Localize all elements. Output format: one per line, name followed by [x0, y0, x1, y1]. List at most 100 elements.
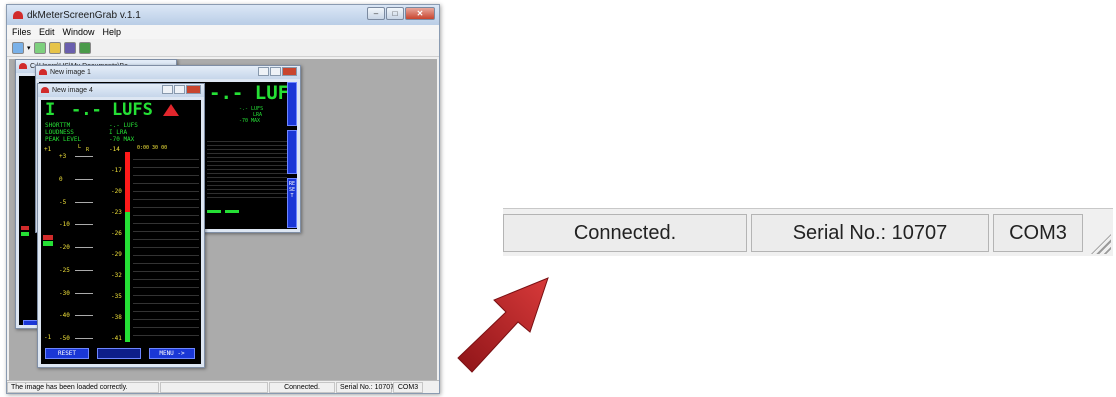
maximize-button[interactable]: □: [386, 7, 404, 20]
zoom-status-port: COM3: [993, 214, 1083, 252]
right-scale-tick-label: -23: [111, 209, 122, 216]
left-scale-tick: [75, 178, 93, 180]
right-scale-tick-label: -41: [111, 335, 122, 342]
loudness-bar-green: [125, 212, 130, 342]
title-bar: dkMeterScreenGrab v.1.1 – □ ✕: [7, 5, 439, 25]
main-window: dkMeterScreenGrab v.1.1 – □ ✕ Files Edit…: [6, 4, 440, 394]
peak-red-indicator: [43, 235, 53, 240]
left-scale-tick-label: -10: [59, 221, 70, 229]
app-icon: [13, 11, 23, 19]
left-scale-tick-label: -40: [59, 312, 70, 320]
left-scale-tick: [75, 292, 93, 294]
label-l: L: [78, 144, 82, 150]
zoom-status-serial: Serial No.: 10707: [751, 214, 989, 252]
status-port: COM3: [393, 381, 423, 393]
side-label-3: -70 MAX: [239, 118, 261, 124]
child-window-image4[interactable]: New image 4 I -.- LUFS SHORTTM -.- LUFS …: [37, 83, 205, 368]
left-scale-tick: [75, 315, 93, 317]
left-scale-tick-label: -20: [59, 244, 70, 251]
open-folder-icon[interactable]: [48, 41, 61, 54]
right-scale-tick-label: -38: [111, 314, 122, 321]
info-value-peak: -70 MAX: [109, 136, 135, 143]
left-scale-tick: [75, 224, 93, 226]
lufs-reading-image1: -.- LUFS: [209, 82, 297, 104]
child4-maximize-button[interactable]: [174, 85, 185, 94]
menu-help[interactable]: Help: [103, 27, 122, 37]
status-bar: The image has been loaded correctly. Con…: [7, 380, 439, 393]
peak-green-indicator: [43, 241, 53, 246]
status-empty: [160, 381, 268, 393]
dropdown-arrow-icon[interactable]: ▾: [27, 44, 31, 52]
left-scale-tick: [75, 247, 93, 248]
info-label-shorttm: SHORTTM: [45, 122, 71, 129]
window-controls: – □ ✕: [367, 7, 435, 20]
label-plus1: +1: [44, 146, 52, 153]
dk-logo-icon: [163, 104, 179, 116]
minimize-button[interactable]: –: [367, 7, 385, 20]
toolbar: ▾: [7, 39, 439, 57]
side-button-mid[interactable]: [287, 130, 297, 174]
reset-button[interactable]: RESET: [45, 348, 89, 359]
resize-grip-icon[interactable]: [1091, 234, 1111, 254]
menu-window[interactable]: Window: [63, 27, 95, 37]
history-grid: [207, 138, 287, 198]
info-label-peak: PEAK LEVEL: [45, 136, 82, 143]
meter-icon[interactable]: [78, 41, 91, 54]
label-r: R: [86, 147, 90, 153]
window-title: dkMeterScreenGrab v.1.1: [27, 9, 141, 21]
loudness-bar-red: [125, 152, 130, 212]
label-time: 0:00 30 00: [137, 145, 168, 151]
label-minus14: -14: [109, 146, 120, 153]
left-scale-tick-label: -25: [59, 266, 70, 274]
side-button-top[interactable]: [287, 82, 297, 126]
red-arrow-icon: [457, 277, 549, 373]
label-minus1: -1: [44, 334, 52, 341]
left-scale-tick-label: -5: [59, 198, 67, 206]
reset-vertical-button[interactable]: RESET: [287, 178, 297, 228]
lufs-reading-image4: -.- LUFS: [71, 100, 153, 120]
right-scale-tick-label: -29: [111, 251, 122, 258]
integrated-indicator: I: [45, 100, 56, 120]
history-bar-2: [225, 210, 239, 213]
right-scale-tick-label: -26: [111, 230, 122, 237]
child-minimize-button[interactable]: [258, 67, 269, 76]
right-scale-tick-label: -35: [111, 293, 122, 300]
menu-edit[interactable]: Edit: [39, 27, 55, 37]
status-serial: Serial No.: 10707: [336, 381, 394, 393]
menu-button[interactable]: MENU ->: [149, 348, 195, 359]
info-value-shorttm: -.- LUFS: [109, 122, 138, 129]
info-label-loudness: LOUDNESS: [45, 129, 74, 136]
left-scale-tick-label: -30: [59, 289, 70, 297]
menu-bar: Files Edit Window Help: [7, 25, 439, 39]
right-scale-tick-label: -20: [111, 188, 122, 195]
middle-button[interactable]: [97, 348, 141, 359]
save-icon[interactable]: [63, 41, 76, 54]
left-scale-tick: [75, 201, 93, 203]
zoomed-status-bar: Connected. Serial No.: 10707 COM3: [503, 208, 1113, 256]
status-connection: Connected.: [269, 381, 335, 393]
left-scale-tick: [75, 338, 93, 339]
left-scale-tick: [75, 269, 93, 271]
grab-icon[interactable]: [33, 41, 46, 54]
right-scale-tick-label: -17: [111, 167, 122, 174]
child4-close-button[interactable]: [186, 85, 201, 94]
close-button[interactable]: ✕: [405, 7, 435, 20]
info-value-loudness: I LRA: [109, 129, 128, 136]
menu-files[interactable]: Files: [12, 27, 31, 37]
child-close-button[interactable]: [282, 67, 297, 76]
status-message: The image has been loaded correctly.: [7, 381, 159, 393]
green-indicator: [21, 232, 29, 236]
red-indicator: [21, 226, 29, 230]
right-scale-tick-label: -32: [111, 272, 122, 279]
left-scale-tick-label: +3: [59, 153, 67, 160]
new-icon[interactable]: [12, 41, 24, 54]
zoom-status-connection: Connected.: [503, 214, 747, 252]
loudness-history-grid: [133, 152, 199, 342]
child4-minimize-button[interactable]: [162, 85, 173, 94]
left-scale-tick: [75, 156, 93, 157]
meter-display-image4: I -.- LUFS SHORTTM -.- LUFS LOUDNESS I L…: [41, 100, 201, 364]
left-scale-tick-label: -50: [59, 335, 70, 342]
mdi-workspace: C:\Users\US\My Documents\Ba... New image…: [9, 59, 437, 381]
child-maximize-button[interactable]: [270, 67, 281, 76]
left-scale-tick-label: 0: [59, 175, 63, 183]
